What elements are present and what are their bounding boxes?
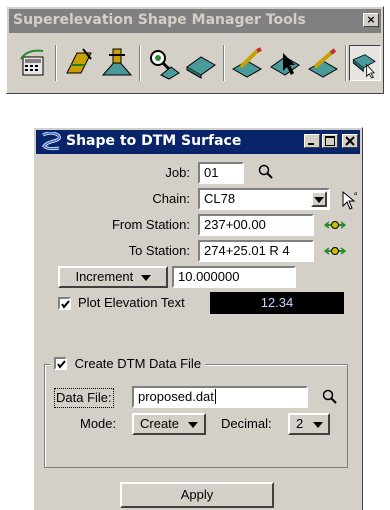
toolbar-separator: [345, 45, 347, 81]
chain-select[interactable]: CL78: [198, 188, 330, 210]
create-dtm-checkbox[interactable]: [54, 357, 67, 371]
minimize-button[interactable]: [304, 134, 320, 148]
calculator-tool[interactable]: [15, 45, 51, 81]
dtm-group-header: Create DTM Data File: [50, 355, 206, 373]
from-station-field[interactable]: 237+00.00: [198, 214, 314, 236]
data-file-value: proposed.dat: [138, 389, 214, 404]
mode-label: Mode:: [80, 416, 117, 431]
shape-surface-tool[interactable]: [183, 45, 219, 81]
shape-draw-tool[interactable]: [229, 45, 265, 81]
toolbar-separator: [55, 45, 57, 81]
close-icon: ×: [366, 13, 376, 26]
shape-builder-icon: [101, 48, 133, 76]
decimal-option-button[interactable]: 2: [288, 413, 330, 435]
station-locate-icon[interactable]: [324, 245, 346, 257]
increment-label: Increment: [75, 269, 134, 284]
apply-label: Apply: [180, 487, 214, 502]
chain-label: Chain:: [152, 191, 190, 206]
shape-to-dtm-icon: [352, 54, 376, 79]
plot-elevation-label: Plot Elevation Text: [78, 295, 185, 310]
tool-palette-titlebar[interactable]: Superelevation Shape Manager Tools ×: [9, 9, 381, 33]
mode-option-button[interactable]: Create: [132, 413, 206, 435]
toolbar-separator: [223, 45, 225, 81]
shape-draw-icon: [231, 47, 263, 78]
data-file-field[interactable]: proposed.dat: [132, 386, 308, 408]
tool-palette: Superelevation Shape Manager Tools ×: [6, 6, 384, 94]
to-station-label: To Station:: [128, 243, 190, 258]
shape-surface-icon: [186, 56, 216, 79]
data-file-button[interactable]: Data File:: [54, 388, 114, 408]
shape-select-icon: [270, 53, 300, 76]
chevron-down-icon: [313, 422, 323, 428]
app-icon: [42, 132, 61, 151]
shape-to-dtm-dialog: Shape to DTM Surface Job: 01 Chain: CL78…: [33, 127, 363, 510]
dialog-title: Shape to DTM Surface: [66, 133, 242, 149]
shape-modify-icon: [307, 48, 339, 78]
chevron-down-icon: [188, 422, 198, 428]
decimal-label: Decimal:: [221, 416, 272, 431]
rule-edit-tool[interactable]: [61, 45, 97, 81]
increment-field[interactable]: 10.000000: [172, 266, 296, 288]
tool-palette-title: Superelevation Shape Manager Tools: [13, 12, 306, 28]
shape-builder-tool[interactable]: [99, 45, 135, 81]
text-cursor: [214, 389, 216, 404]
rule-edit-icon: [66, 48, 92, 74]
shape-modify-tool[interactable]: [305, 45, 341, 81]
chevron-down-icon: [314, 196, 324, 203]
from-station-label: From Station:: [111, 217, 190, 232]
inspect-shape-icon: [150, 50, 180, 80]
shape-select-tool[interactable]: [267, 45, 303, 81]
tool-row: [11, 39, 381, 87]
chain-dropdown-button[interactable]: [311, 191, 327, 207]
to-station-field[interactable]: 274+25.01 R 4: [198, 240, 314, 262]
maximize-icon: [325, 136, 335, 146]
close-button[interactable]: [342, 134, 358, 148]
plot-elevation-checkbox[interactable]: [58, 297, 71, 310]
chain-value: CL78: [204, 191, 236, 206]
dialog-titlebar[interactable]: Shape to DTM Surface: [36, 130, 360, 154]
chevron-down-icon: [140, 274, 151, 281]
checkmark-icon: [61, 300, 70, 309]
checkmark-icon: [57, 360, 66, 369]
search-icon[interactable]: [258, 164, 274, 180]
select-pointer-icon[interactable]: [340, 190, 360, 210]
close-button[interactable]: ×: [363, 13, 379, 27]
elevation-text-preview[interactable]: 12.34: [210, 292, 344, 314]
calculator-icon: [20, 49, 44, 76]
job-label: Job:: [165, 165, 190, 180]
data-file-label: Data File:: [56, 390, 112, 405]
maximize-button[interactable]: [322, 134, 338, 148]
toolbar-separator: [139, 45, 141, 81]
close-icon: [345, 136, 355, 146]
job-field[interactable]: 01: [198, 162, 244, 184]
decimal-value: 2: [296, 416, 304, 431]
search-icon[interactable]: [322, 389, 338, 405]
minimize-icon: [308, 143, 314, 145]
inspect-shape-tool[interactable]: [145, 45, 181, 81]
station-locate-icon[interactable]: [324, 219, 346, 231]
create-dtm-label: Create DTM Data File: [74, 356, 202, 372]
mode-value: Create: [140, 416, 180, 431]
shape-to-dtm-tool[interactable]: [349, 45, 381, 81]
apply-button[interactable]: Apply: [120, 482, 274, 508]
increment-option-button[interactable]: Increment: [58, 266, 168, 288]
